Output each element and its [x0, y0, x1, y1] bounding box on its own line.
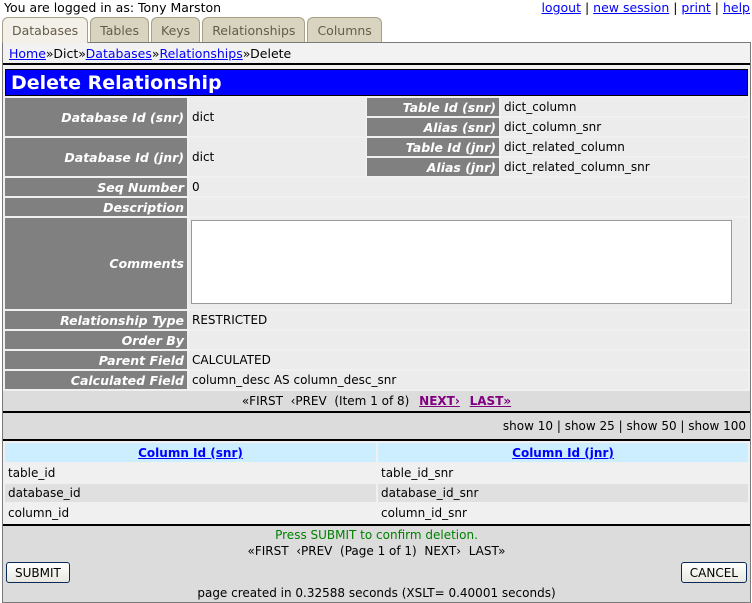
- cell-snr: database_id: [5, 484, 376, 502]
- description-value: [189, 198, 748, 216]
- show-25[interactable]: show 25: [565, 419, 615, 433]
- show-100[interactable]: show 100: [688, 419, 746, 433]
- crumb-databases[interactable]: Databases: [86, 46, 152, 61]
- db-jnr-value: dict: [189, 138, 365, 176]
- seq-label: Seq Number: [5, 178, 187, 196]
- table-row: database_id database_id_snr: [5, 484, 748, 502]
- logout-link[interactable]: logout: [541, 0, 581, 15]
- page-timing-footer: page created in 0.32588 seconds (XSLT= 0…: [3, 584, 750, 602]
- item-prev: ‹PREV: [290, 394, 327, 408]
- show-50[interactable]: show 50: [626, 419, 676, 433]
- cancel-button[interactable]: CANCEL: [680, 562, 747, 583]
- crumb-relationships[interactable]: Relationships: [159, 46, 242, 61]
- cell-snr: column_id: [5, 504, 376, 522]
- cell-snr: table_id: [5, 464, 376, 482]
- page-last: LAST»: [468, 544, 506, 558]
- comments-textarea[interactable]: [191, 220, 732, 304]
- parent-label: Parent Field: [5, 351, 187, 369]
- reltype-label: Relationship Type: [5, 311, 187, 329]
- tab-bar: Databases Tables Keys Relationships Colu…: [2, 17, 384, 43]
- show-10[interactable]: show 10: [503, 419, 553, 433]
- table-row: table_id table_id_snr: [5, 464, 748, 482]
- sort-column-snr[interactable]: Column Id (snr): [138, 446, 243, 460]
- tab-databases[interactable]: Databases: [2, 17, 89, 43]
- page-navigation: «FIRST ‹PREV (Page 1 of 1) NEXT› LAST»: [3, 543, 750, 560]
- tab-keys[interactable]: Keys: [151, 17, 201, 42]
- page-prev: ‹PREV: [296, 544, 333, 558]
- calc-label: Calculated Field: [5, 371, 187, 389]
- table-row: column_id column_id_snr: [5, 504, 748, 522]
- new-session-link[interactable]: new session: [593, 0, 669, 15]
- detail-form: Database Id (snr) dict Table Id (snr) dict_…: [3, 96, 750, 391]
- submit-button[interactable]: SUBMIT: [6, 562, 70, 583]
- status-message: Press SUBMIT to confirm deletion.: [3, 526, 750, 543]
- db-snr-value: dict: [189, 98, 365, 136]
- seq-value: 0: [189, 178, 748, 196]
- item-last-link[interactable]: LAST»: [470, 394, 512, 408]
- calc-value: column_desc AS column_desc_snr: [189, 371, 748, 389]
- description-label: Description: [5, 198, 187, 216]
- tab-columns[interactable]: Columns: [307, 17, 382, 42]
- help-link[interactable]: help: [723, 0, 750, 15]
- cell-jnr: column_id_snr: [378, 504, 748, 522]
- cell-jnr: table_id_snr: [378, 464, 748, 482]
- reltype-value: RESTRICTED: [189, 311, 748, 329]
- db-snr-label: Database Id (snr): [5, 98, 187, 136]
- breadcrumb: Home»Dict»Databases»Relationships»Delete: [3, 43, 750, 65]
- crumb-home[interactable]: Home: [9, 46, 46, 61]
- page-title: Delete Relationship: [5, 69, 748, 96]
- sort-column-jnr[interactable]: Column Id (jnr): [512, 446, 614, 460]
- item-info: (Item 1 of 8): [334, 394, 410, 408]
- page-next: NEXT›: [424, 544, 462, 558]
- content-panel: Home»Dict»Databases»Relationships»Delete…: [2, 42, 751, 603]
- table-snr-label: Table Id (snr): [367, 98, 499, 116]
- alias-snr-label: Alias (snr): [367, 118, 499, 136]
- column-list: Column Id (snr) Column Id (jnr) table_id t…: [3, 441, 750, 524]
- orderby-label: Order By: [5, 331, 187, 349]
- print-link[interactable]: print: [681, 0, 710, 15]
- user-bar: You are logged in as: Tony Marston logou…: [4, 0, 750, 15]
- logged-in-text: You are logged in as: Tony Marston: [4, 0, 222, 15]
- parent-value: CALCULATED: [189, 351, 748, 369]
- page-size-selector: show 10 | show 25 | show 50 | show 100: [3, 413, 750, 439]
- table-jnr-label: Table Id (jnr): [367, 138, 499, 156]
- alias-jnr-label: Alias (jnr): [367, 158, 499, 176]
- alias-jnr-value: dict_related_column_snr: [501, 158, 748, 176]
- crumb-dict: Dict: [53, 46, 79, 61]
- action-bar: SUBMIT CANCEL: [3, 560, 750, 584]
- page-first: «FIRST: [247, 544, 289, 558]
- page-info: (Page 1 of 1): [340, 544, 417, 558]
- item-next-link[interactable]: NEXT›: [419, 394, 460, 408]
- table-jnr-value: dict_related_column: [501, 138, 748, 156]
- comments-label: Comments: [5, 218, 187, 309]
- alias-snr-value: dict_column_snr: [501, 118, 748, 136]
- tab-relationships[interactable]: Relationships: [202, 17, 306, 42]
- orderby-value: [189, 331, 748, 349]
- item-navigation: «FIRST ‹PREV (Item 1 of 8) NEXT› LAST»: [3, 391, 750, 411]
- table-snr-value: dict_column: [501, 98, 748, 116]
- cell-jnr: database_id_snr: [378, 484, 748, 502]
- db-jnr-label: Database Id (jnr): [5, 138, 187, 176]
- crumb-current: Delete: [250, 46, 292, 61]
- tab-tables[interactable]: Tables: [90, 17, 149, 42]
- item-first: «FIRST: [241, 394, 283, 408]
